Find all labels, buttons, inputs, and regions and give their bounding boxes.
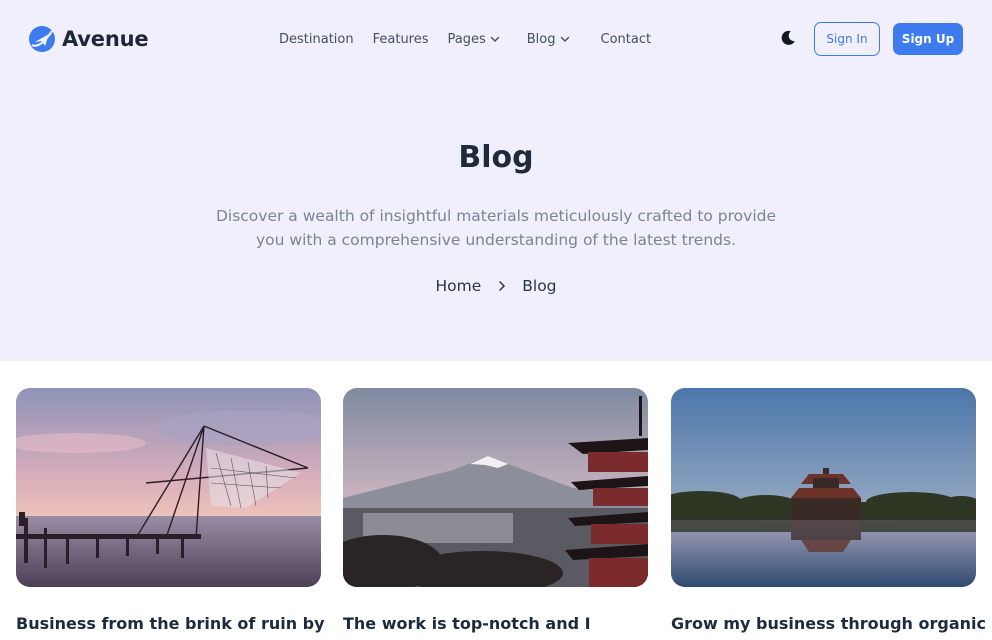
nav-pages-dropdown[interactable]: Pages [448, 32, 501, 47]
nav-label: Features [372, 31, 429, 47]
breadcrumb-home-link[interactable]: Home [435, 277, 481, 295]
page-subtitle: Discover a wealth of insightful material… [200, 204, 792, 252]
brand-logo[interactable]: Avenue [28, 25, 149, 53]
nav-features[interactable]: Features [373, 32, 429, 47]
nav-label: Blog [526, 31, 556, 47]
chevron-down-icon [560, 36, 569, 42]
sign-in-button[interactable]: Sign In [814, 22, 880, 56]
post-image-fishing-nets[interactable] [16, 388, 321, 587]
moon-icon[interactable] [779, 29, 797, 47]
main-nav: Destination Features Pages Blog Contact [279, 30, 670, 48]
post-title[interactable]: The work is top-notch and I [343, 614, 663, 633]
breadcrumb-current: Blog [522, 277, 557, 295]
nav-label: Pages [447, 31, 486, 47]
blog-card[interactable]: Business from the brink of ruin by [16, 388, 325, 633]
nav-label: Contact [600, 31, 652, 47]
sign-up-button[interactable]: Sign Up [893, 23, 963, 55]
chevron-right-icon [499, 281, 506, 291]
nav-contact[interactable]: Contact [601, 32, 652, 47]
post-image-mountain-pagoda[interactable] [343, 388, 648, 587]
page-title: Blog [458, 140, 534, 175]
nav-blog-dropdown[interactable]: Blog [527, 32, 571, 47]
brand-name: Avenue [62, 27, 149, 51]
chevron-down-icon [490, 36, 499, 42]
nav-destination[interactable]: Destination [279, 32, 354, 47]
breadcrumb: Home Blog [0, 277, 992, 295]
subtitle-line: you with a comprehensive understanding o… [255, 231, 736, 249]
logo-mark-icon [29, 26, 55, 52]
post-title[interactable]: Business from the brink of ruin by [16, 614, 336, 633]
post-title[interactable]: Grow my business through organic [671, 614, 991, 633]
blog-card[interactable]: Grow my business through organic [671, 388, 986, 633]
post-image-palace-reflection[interactable] [671, 388, 976, 587]
nav-label: Destination [279, 31, 354, 47]
blog-card[interactable]: The work is top-notch and I [343, 388, 648, 633]
subtitle-line: Discover a wealth of insightful material… [215, 207, 777, 225]
hero-section: Avenue Destination Features Pages Blog C… [0, 0, 992, 361]
